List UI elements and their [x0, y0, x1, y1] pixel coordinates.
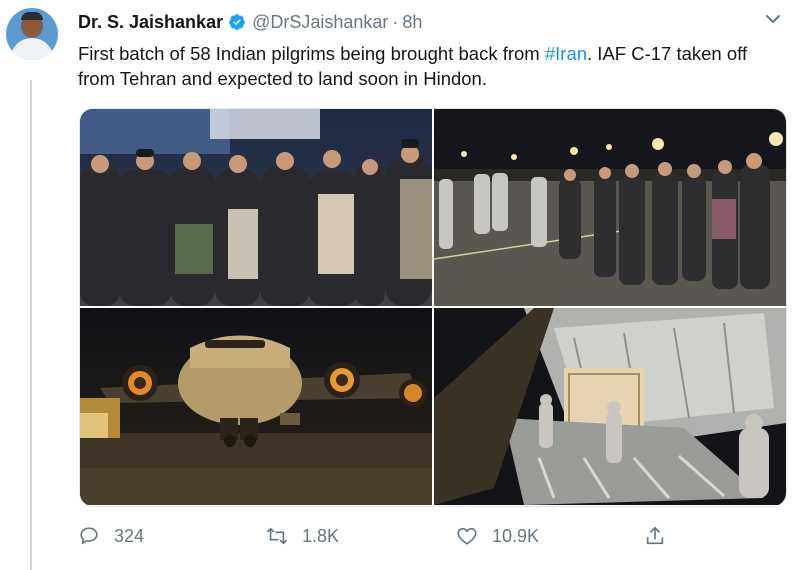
photo-pilgrims-group[interactable]	[80, 109, 432, 306]
verified-badge-icon	[229, 14, 245, 30]
thread-line	[30, 80, 32, 570]
reply-icon	[80, 527, 98, 545]
tweet-header: Dr. S. Jaishankar @DrSJaishankar · 8h	[78, 10, 422, 34]
retweet-button[interactable]: 1.8K	[266, 518, 339, 554]
author-handle[interactable]: @DrSJaishankar	[252, 12, 388, 33]
tweet-text: First batch of 58 Indian pilgrims being …	[78, 41, 778, 91]
tweet-text-part-1: First batch of 58 Indian pilgrims being …	[78, 43, 545, 64]
like-count: 10.9K	[492, 525, 540, 546]
share-button[interactable]	[644, 518, 680, 554]
heart-icon	[457, 527, 477, 545]
reply-count: 324	[114, 525, 145, 546]
retweet-icon	[267, 527, 287, 545]
like-button[interactable]: 10.9K	[456, 518, 539, 554]
reply-button[interactable]: 324	[78, 518, 144, 554]
photo-c17-aircraft[interactable]	[80, 308, 432, 505]
chevron-down-icon[interactable]	[764, 12, 782, 26]
photo-boarding-line[interactable]	[434, 109, 786, 306]
avatar[interactable]	[6, 8, 58, 60]
retweet-count: 1.8K	[302, 525, 340, 546]
author-name[interactable]: Dr. S. Jaishankar	[78, 12, 223, 33]
tweet-timestamp[interactable]: 8h	[402, 12, 422, 33]
photo-cargo-loading[interactable]	[434, 308, 786, 505]
avatar-hair	[21, 12, 43, 20]
tweet-actions: 324 1.8K 10.9K	[0, 518, 800, 554]
separator-dot: ·	[392, 11, 399, 32]
media-grid	[79, 108, 787, 507]
avatar-body	[10, 38, 54, 60]
hashtag-link[interactable]: #Iran	[545, 43, 587, 64]
share-icon	[646, 526, 664, 545]
